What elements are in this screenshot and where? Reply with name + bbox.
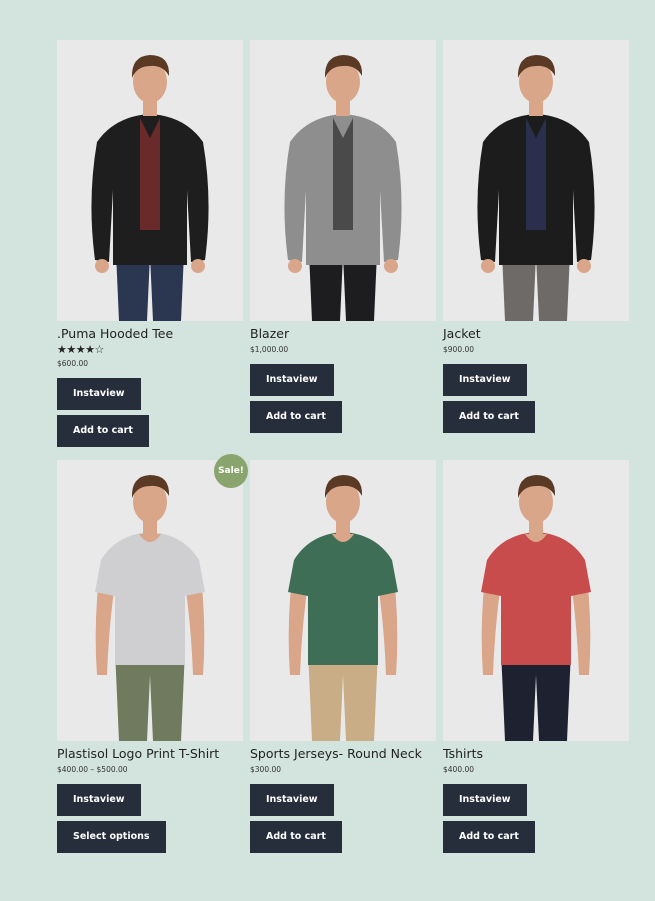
product-image[interactable]: [57, 460, 243, 741]
product-card: .Puma Hooded Tee ★★★★☆ $600.00 Instaview…: [57, 40, 243, 460]
product-title[interactable]: Plastisol Logo Print T-Shirt: [57, 745, 243, 762]
product-title[interactable]: Sports Jerseys- Round Neck: [250, 745, 436, 762]
product-card: Sports Jerseys- Round Neck $300.00 Insta…: [250, 460, 436, 880]
product-image[interactable]: [250, 460, 436, 741]
product-price: $300.00: [250, 765, 282, 774]
instaview-button[interactable]: Instaview: [250, 784, 334, 816]
model-photo-icon: [477, 55, 595, 321]
instaview-button[interactable]: Instaview: [57, 784, 141, 816]
product-card: Jacket $900.00 Instaview Add to cart: [443, 40, 629, 460]
product-price: $400.00 – $500.00: [57, 765, 128, 774]
model-photo-icon: [288, 475, 398, 741]
product-price: $400.00: [443, 765, 475, 774]
instaview-button[interactable]: Instaview: [57, 378, 141, 410]
product-card: Sale! Plastisol Logo Print T-Shirt $400.…: [57, 454, 248, 880]
select-options-button[interactable]: Select options: [57, 821, 166, 853]
product-title[interactable]: .Puma Hooded Tee: [57, 325, 243, 342]
model-photo-icon: [481, 475, 591, 741]
model-photo-icon: [284, 55, 402, 321]
product-image[interactable]: [443, 40, 629, 321]
product-title[interactable]: Tshirts: [443, 745, 629, 762]
product-price: $600.00: [57, 359, 89, 368]
add-to-cart-button[interactable]: Add to cart: [250, 821, 342, 853]
product-title[interactable]: Jacket: [443, 325, 629, 342]
add-to-cart-button[interactable]: Add to cart: [443, 821, 535, 853]
product-image[interactable]: [443, 460, 629, 741]
add-to-cart-button[interactable]: Add to cart: [443, 401, 535, 433]
star-rating-icon: ★★★★☆: [57, 343, 104, 356]
model-photo-icon: [95, 475, 205, 741]
product-grid: .Puma Hooded Tee ★★★★☆ $600.00 Instaview…: [57, 40, 629, 880]
product-title[interactable]: Blazer: [250, 325, 436, 342]
add-to-cart-button[interactable]: Add to cart: [57, 415, 149, 447]
product-price: $900.00: [443, 345, 475, 354]
product-price: $1,000.00: [250, 345, 289, 354]
instaview-button[interactable]: Instaview: [443, 784, 527, 816]
sale-badge: Sale!: [214, 454, 248, 488]
product-card: Blazer $1,000.00 Instaview Add to cart: [250, 40, 436, 460]
product-image[interactable]: [57, 40, 243, 321]
product-card: Tshirts $400.00 Instaview Add to cart: [443, 460, 629, 880]
add-to-cart-button[interactable]: Add to cart: [250, 401, 342, 433]
model-photo-icon: [91, 55, 209, 321]
instaview-button[interactable]: Instaview: [443, 364, 527, 396]
rating-stars: ★★★★☆: [57, 344, 243, 356]
product-image[interactable]: [250, 40, 436, 321]
instaview-button[interactable]: Instaview: [250, 364, 334, 396]
